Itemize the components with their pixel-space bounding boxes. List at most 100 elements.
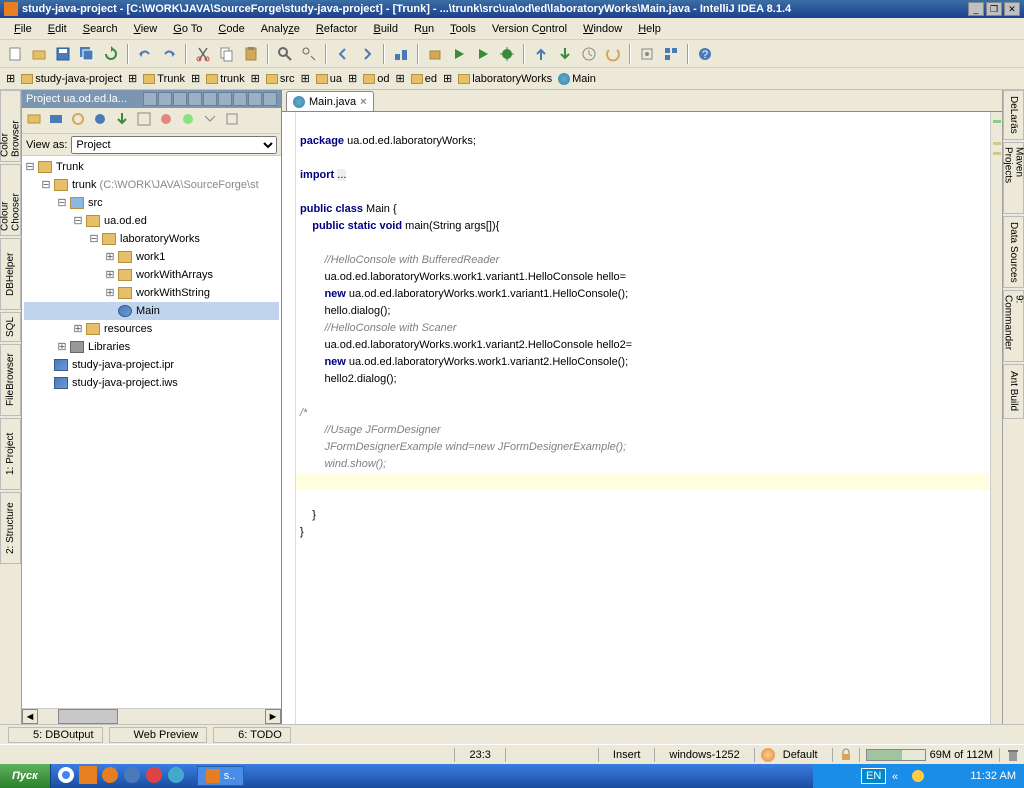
project-tree[interactable]: ⊟Trunk ⊟trunk (C:\WORK\JAVA\SourceForge\…	[22, 156, 281, 708]
tray-icon[interactable]	[821, 768, 837, 784]
menu-build[interactable]: Build	[365, 21, 405, 37]
tree-main[interactable]: Main	[134, 305, 160, 317]
menu-analyze[interactable]: Analyze	[253, 21, 308, 37]
pane-tool[interactable]	[92, 111, 112, 131]
vcs-update-button[interactable]	[530, 43, 552, 65]
breadcrumb-od[interactable]: od	[361, 73, 391, 85]
run-button[interactable]	[472, 43, 494, 65]
tray-icon[interactable]	[910, 768, 926, 784]
pane-close[interactable]	[263, 92, 277, 106]
firefox-icon[interactable]	[101, 766, 121, 786]
view-combo[interactable]: Project	[71, 136, 277, 154]
pane-btn[interactable]	[233, 92, 247, 106]
tree-wwa[interactable]: workWithArrays	[134, 269, 213, 281]
pane-tool[interactable]	[136, 111, 156, 131]
menu-refactor[interactable]: Refactor	[308, 21, 366, 37]
tray-icon[interactable]	[930, 768, 946, 784]
pane-btn[interactable]	[218, 92, 232, 106]
pane-btn[interactable]	[188, 92, 202, 106]
menu-window[interactable]: Window	[575, 21, 630, 37]
redo-button[interactable]	[158, 43, 180, 65]
trash-icon[interactable]	[1006, 748, 1020, 762]
breadcrumb-expand[interactable]: ⊞	[346, 72, 359, 85]
tab-right[interactable]: DeLaräs	[1003, 90, 1024, 140]
tab-data[interactable]: Data Sources	[1003, 216, 1024, 288]
pane-tool[interactable]	[158, 111, 178, 131]
settings-button[interactable]	[636, 43, 658, 65]
save-all-button[interactable]	[76, 43, 98, 65]
vcs-revert-button[interactable]	[602, 43, 624, 65]
breadcrumb-expand[interactable]: ⊞	[441, 72, 454, 85]
refresh-button[interactable]	[100, 43, 122, 65]
new-button[interactable]	[4, 43, 26, 65]
tree-pkg[interactable]: ua.od.ed	[102, 215, 147, 227]
tab-ant[interactable]: Ant Build	[1003, 364, 1024, 419]
menu-view[interactable]: View	[126, 21, 166, 37]
tab-color-browser[interactable]: Color Browser	[0, 90, 21, 162]
forward-button[interactable]	[356, 43, 378, 65]
code-editor[interactable]: package ua.od.ed.laboratoryWorks; import…	[282, 112, 1002, 724]
tab-commander[interactable]: 9: Commander	[1003, 290, 1024, 362]
breadcrumb-project[interactable]: study-java-project	[19, 73, 124, 85]
box-button[interactable]	[424, 43, 446, 65]
breadcrumb-ua[interactable]: ua	[314, 73, 344, 85]
paste-button[interactable]	[240, 43, 262, 65]
menu-file[interactable]: File	[6, 21, 40, 37]
tree-hscroll[interactable]: ◄►	[22, 708, 281, 724]
pane-btn[interactable]	[248, 92, 262, 106]
tree-work1[interactable]: work1	[134, 251, 165, 263]
pane-tool[interactable]	[114, 111, 134, 131]
tree-lib[interactable]: Libraries	[86, 341, 130, 353]
maximize-button[interactable]: ❐	[986, 2, 1002, 16]
breadcrumb-expand[interactable]: ⊞	[189, 72, 202, 85]
tray-icon[interactable]	[841, 768, 857, 784]
tree-iws[interactable]: study-java-project.iws	[70, 377, 178, 389]
pane-tool[interactable]	[48, 111, 68, 131]
help-button[interactable]: ?	[694, 43, 716, 65]
breadcrumb-ed[interactable]: ed	[409, 73, 439, 85]
tree-wws[interactable]: workWithString	[134, 287, 210, 299]
tab-filebrowser[interactable]: FileBrowser	[0, 344, 21, 416]
vcs-history-button[interactable]	[578, 43, 600, 65]
pane-btn[interactable]	[173, 92, 187, 106]
tab-sql[interactable]: SQL	[0, 312, 21, 342]
back-button[interactable]	[332, 43, 354, 65]
tree-ipr[interactable]: study-java-project.ipr	[70, 359, 174, 371]
tab-dbhelper[interactable]: DBHelper	[0, 238, 21, 310]
tree-src[interactable]: src	[86, 197, 103, 209]
pane-tool[interactable]	[26, 111, 46, 131]
pane-tool[interactable]	[224, 111, 244, 131]
menu-tools[interactable]: Tools	[442, 21, 484, 37]
breadcrumb-main[interactable]: Main	[556, 73, 598, 85]
wmp-icon[interactable]	[167, 766, 187, 786]
tab-structure[interactable]: 2: Structure	[0, 492, 21, 564]
ie-icon[interactable]	[123, 766, 143, 786]
menu-edit[interactable]: Edit	[40, 21, 75, 37]
menu-goto[interactable]: Go To	[165, 21, 210, 37]
tab-project[interactable]: 1: Project	[0, 418, 21, 490]
menu-search[interactable]: Search	[75, 21, 126, 37]
tree-res[interactable]: resources	[102, 323, 152, 335]
tree-trunk[interactable]: trunk (C:\WORK\JAVA\SourceForge\st	[70, 179, 259, 191]
copy-button[interactable]	[216, 43, 238, 65]
pane-tool[interactable]	[202, 111, 222, 131]
tray-icon[interactable]	[950, 768, 966, 784]
menu-vcs[interactable]: Version Control	[484, 21, 575, 37]
breadcrumb-module[interactable]: Trunk	[141, 73, 187, 85]
pane-tool[interactable]	[180, 111, 200, 131]
undo-button[interactable]	[134, 43, 156, 65]
breadcrumb-expand[interactable]: ⊞	[299, 72, 312, 85]
clock[interactable]: 11:32 AM	[970, 770, 1016, 782]
lock-icon[interactable]	[839, 748, 853, 762]
tree-root[interactable]: Trunk	[54, 161, 84, 173]
editor-tab-main[interactable]: Main.java ×	[286, 91, 374, 111]
tab-close[interactable]: ×	[360, 96, 366, 108]
status-mem[interactable]: 69M of 112M	[866, 749, 993, 761]
tray-icon[interactable]: «	[890, 768, 906, 784]
close-button[interactable]: ✕	[1004, 2, 1020, 16]
build-button[interactable]	[390, 43, 412, 65]
taskbar-task[interactable]: s..	[197, 766, 245, 786]
pane-btn[interactable]	[158, 92, 172, 106]
opera-icon[interactable]	[145, 766, 165, 786]
tab-webpreview[interactable]: Web Preview	[109, 727, 208, 743]
